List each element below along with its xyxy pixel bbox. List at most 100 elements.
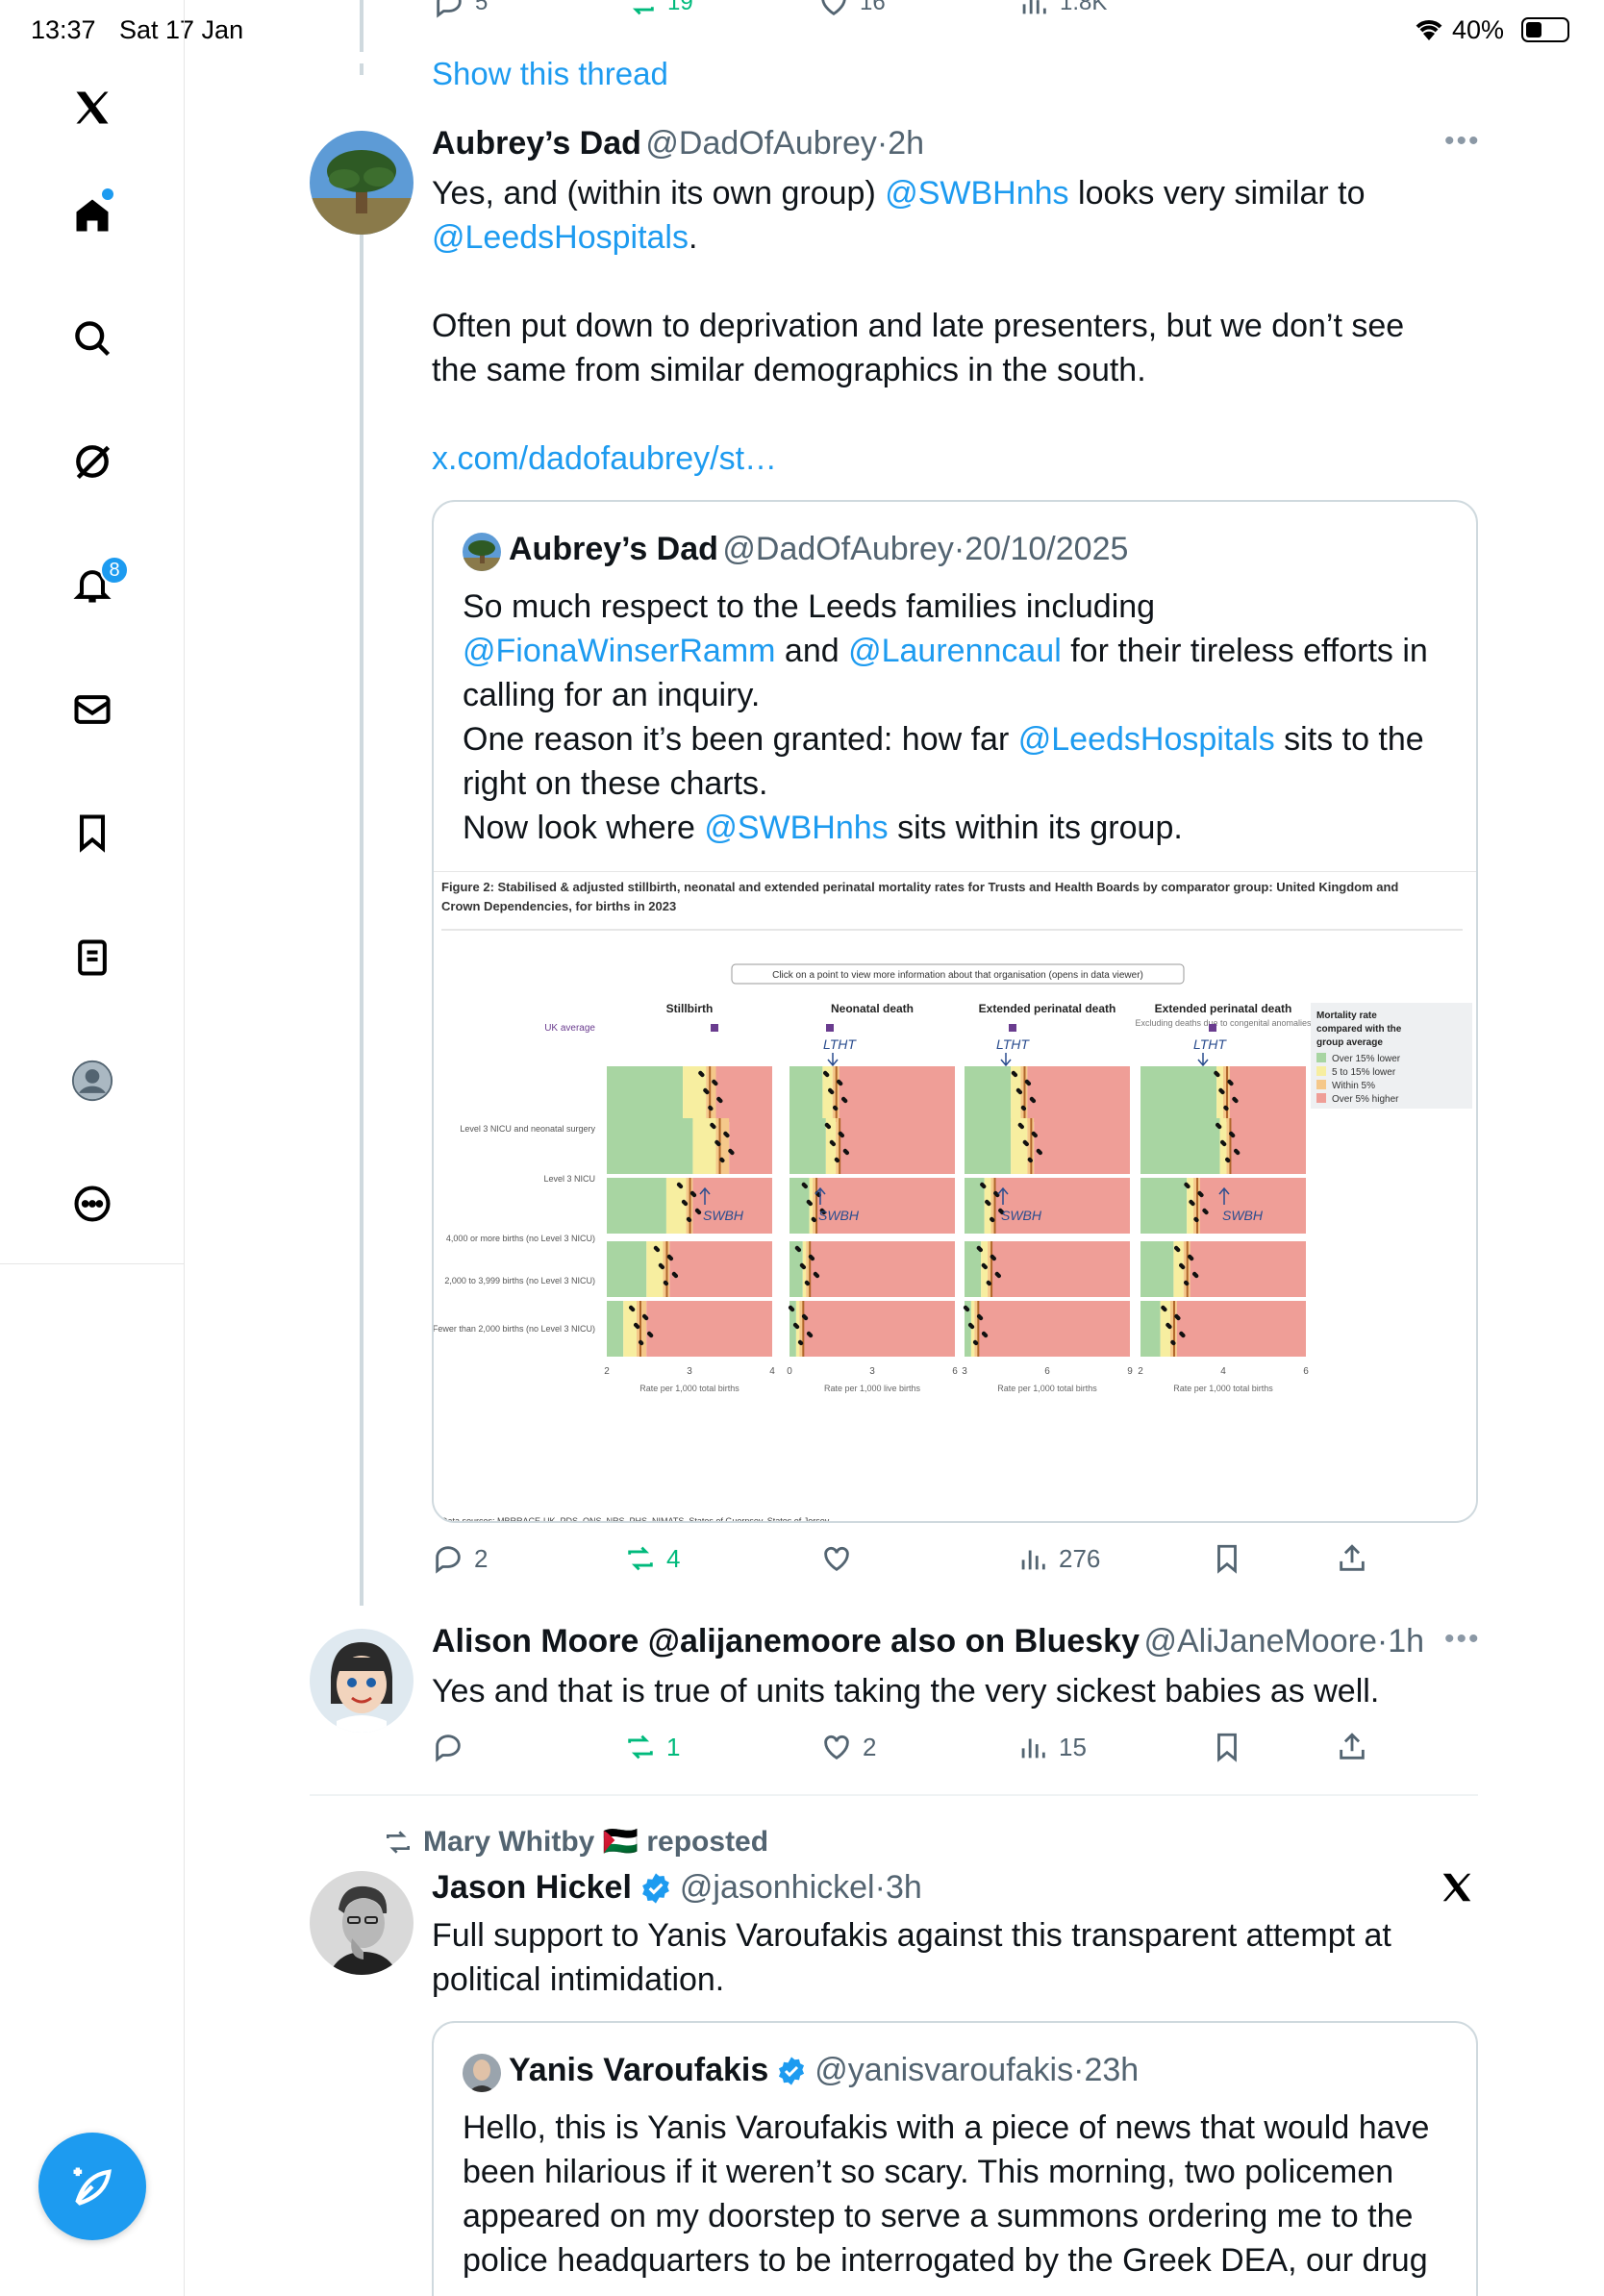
reply-button[interactable]: 5 [433, 0, 488, 19]
heart-icon [824, 1734, 849, 1760]
x-axis-label: Rate per 1,000 total births [997, 1384, 1097, 1393]
trust-point [1033, 1133, 1038, 1138]
band-over-5-higher [729, 1118, 772, 1174]
mention-link[interactable]: @SWBHnhs [885, 175, 1068, 212]
author-handle[interactable]: @DadOfAubrey [645, 125, 877, 162]
repost-button[interactable]: 19 [625, 0, 693, 19]
trust-point [1184, 1281, 1190, 1286]
tweet-time[interactable]: 1h [1388, 1623, 1424, 1660]
repost-button[interactable]: 1 [624, 1731, 680, 1763]
trust-point [796, 1247, 802, 1253]
battery-percent: 40% [1452, 15, 1505, 44]
trust-point [1175, 1247, 1181, 1253]
mention-link[interactable]: @SWBHnhs [704, 810, 888, 846]
figure-title-line1: Figure 2: Stabilised & adjusted stillbir… [441, 880, 1398, 894]
attached-chart-image[interactable]: Figure 2: Stabilised & adjusted stillbir… [434, 871, 1476, 1521]
show-thread-link[interactable]: Show this thread [432, 56, 668, 92]
more-options-icon[interactable]: ••• [1444, 125, 1481, 158]
repost-icon [387, 1830, 410, 1854]
views-button[interactable]: 276 [1016, 1542, 1100, 1575]
reply-button[interactable]: 2 [432, 1542, 488, 1575]
tweet-time[interactable]: 2h [888, 125, 924, 162]
compose-button[interactable] [38, 2133, 146, 2240]
legend-title-line: group average [1316, 1037, 1383, 1048]
x-tick-label: 9 [1127, 1366, 1133, 1377]
trust-point [1171, 1340, 1176, 1346]
views-button[interactable]: 1.8K [1017, 0, 1107, 19]
trust-point [794, 1324, 800, 1330]
like-button[interactable]: 16 [817, 0, 886, 19]
band-over-15-lower [607, 1118, 693, 1174]
quote-text: Hello, this is Yanis Varoufakis with a p… [463, 2109, 1430, 2279]
author-name[interactable]: Aubrey’s Dad [432, 125, 641, 162]
repost-count: 19 [667, 0, 693, 15]
trust-point [720, 1158, 725, 1163]
like-button[interactable]: 2 [820, 1731, 876, 1763]
quote-date: 20/10/2025 [965, 531, 1129, 567]
bookmark-button[interactable] [1211, 1731, 1243, 1763]
x-brand-icon[interactable] [1439, 1869, 1475, 1910]
row-label: 4,000 or more births (no Level 3 NICU) [446, 1234, 595, 1243]
profile-avatar-icon[interactable] [67, 1056, 117, 1106]
band-within-5 [836, 1118, 840, 1174]
views-icon [1021, 1738, 1045, 1759]
views-button[interactable]: 15 [1016, 1731, 1087, 1763]
url-link[interactable]: x.com/dadofaubrey/st… [432, 437, 1490, 481]
quote-author-handle: @yanisvaroufakis [815, 2052, 1074, 2088]
bookmark-button[interactable] [1211, 1542, 1243, 1575]
band-over-15-lower [965, 1066, 1012, 1122]
like-button[interactable] [820, 1542, 863, 1575]
tweet-time[interactable]: 3h [886, 1869, 922, 1907]
trust-point [1216, 1072, 1220, 1078]
x-logo-icon[interactable] [67, 83, 117, 133]
band-over-15-lower [789, 1118, 826, 1174]
share-icon [1340, 1544, 1365, 1571]
mention-link[interactable]: @Laurenncaul [848, 633, 1062, 669]
quoted-tweet-card[interactable]: Yanis Varoufakis @yanisvaroufakis · 23h He… [432, 2021, 1478, 2296]
trust-point [1021, 1106, 1027, 1111]
bookmarks-icon[interactable] [67, 808, 117, 858]
chart-layer: Stillbirth Neonatal death Extended perinat… [434, 1002, 1472, 1521]
quote-avatar [463, 2054, 501, 2092]
trust-point [678, 1184, 684, 1189]
trust-point [996, 1273, 1001, 1279]
band-within-5 [990, 1178, 994, 1234]
more-icon[interactable] [67, 1179, 117, 1229]
mention-link[interactable]: @LeedsHospitals [432, 219, 689, 256]
more-options-icon[interactable]: ••• [1444, 1623, 1481, 1656]
thread-connector [360, 221, 363, 1606]
reposted-by[interactable]: Mary Whitby 🇵🇸 reposted [423, 1825, 768, 1859]
share-button[interactable] [1336, 1542, 1368, 1575]
text-span: and [775, 633, 849, 669]
share-button[interactable] [1336, 1731, 1368, 1763]
x-axis-label: Rate per 1,000 total births [639, 1384, 739, 1393]
reply-button[interactable] [432, 1731, 474, 1763]
mention-link[interactable]: @FionaWinserRamm [463, 633, 775, 669]
search-icon[interactable] [67, 313, 117, 363]
author-handle[interactable]: @AliJaneMoore [1143, 1623, 1376, 1660]
trust-point [1189, 1256, 1194, 1261]
trust-point [824, 1072, 830, 1078]
avatar[interactable] [310, 131, 414, 235]
panel-title: Neonatal death [831, 1002, 914, 1015]
avatar[interactable] [310, 1629, 414, 1733]
trust-point [990, 1217, 995, 1223]
band-over-5-higher [1190, 1241, 1306, 1297]
trust-point [630, 1307, 636, 1312]
lists-icon[interactable] [67, 933, 117, 983]
trust-point [1024, 1141, 1029, 1147]
avatar[interactable] [310, 1871, 414, 1975]
text-span: Now look where [463, 810, 705, 846]
quoted-tweet-card[interactable]: Aubrey’s Dad @DadOfAubrey·20/10/2025 So … [432, 500, 1478, 1523]
repost-button[interactable]: 4 [624, 1542, 680, 1575]
x-axis-label: Rate per 1,000 total births [1173, 1384, 1273, 1393]
author-name[interactable]: Jason Hickel [432, 1869, 632, 1907]
author-handle[interactable]: @jasonhickel [680, 1869, 875, 1907]
trust-point [831, 1141, 837, 1147]
messages-icon[interactable] [67, 685, 117, 735]
author-name[interactable]: Alison Moore @alijanemoore also on Blues… [432, 1623, 1140, 1660]
grok-icon[interactable] [67, 437, 117, 487]
band-over-5-higher [977, 1301, 1130, 1357]
repost-count: 1 [666, 1732, 681, 1761]
mention-link[interactable]: @LeedsHospitals [1018, 721, 1275, 758]
